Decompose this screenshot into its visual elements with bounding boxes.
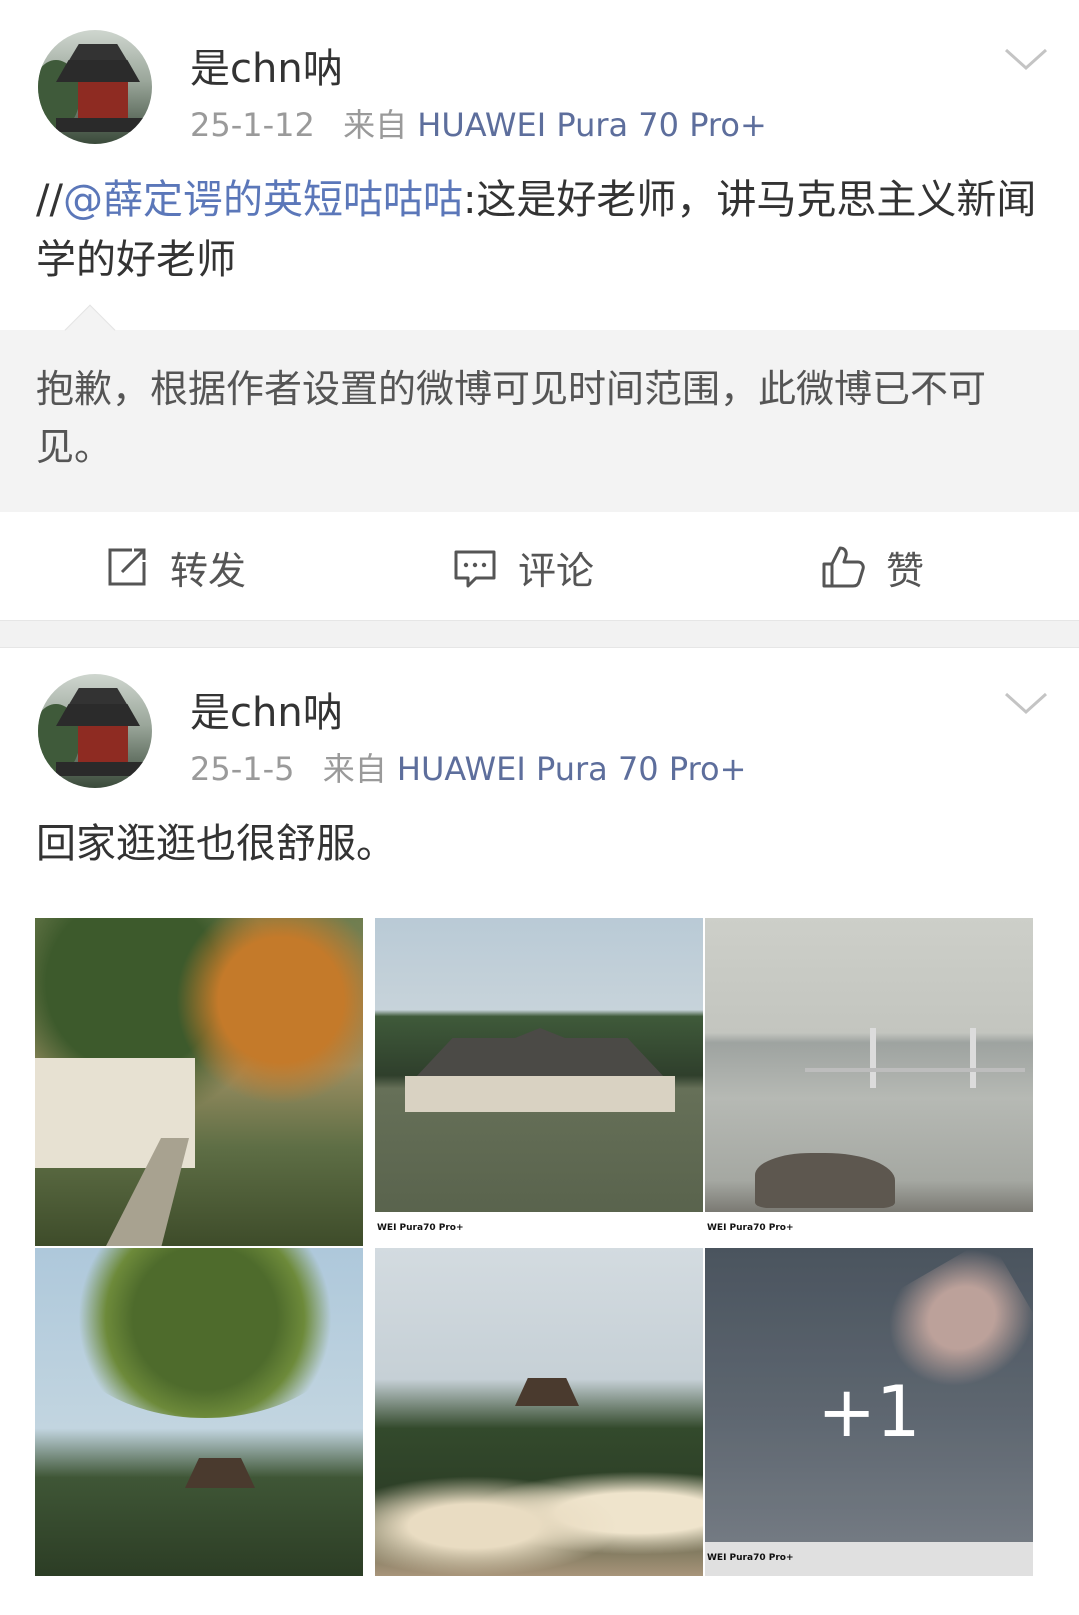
photo-grid: WEI Pura70 Pro+ WEI Pura70 Pro+ WEI Pura… xyxy=(35,918,1045,1588)
quoted-post[interactable]: 抱歉，根据作者设置的微博可见时间范围，此微博已不可见。 xyxy=(0,304,1079,512)
action-bar: 转发 评论 赞 xyxy=(0,512,1079,620)
like-label: 赞 xyxy=(886,548,925,593)
chevron-down-icon[interactable] xyxy=(1003,688,1049,718)
post-source[interactable]: HUAWEI Pura 70 Pro+ xyxy=(417,106,767,144)
post-meta: 25-1-5 来自 HUAWEI Pura 70 Pro+ xyxy=(190,744,746,790)
photo-caption: WEI Pura70 Pro+ xyxy=(375,1212,703,1246)
photo-lakeside-pavilion[interactable]: WEI Pura70 Pro+ xyxy=(375,918,703,1246)
quoted-notice: 抱歉，根据作者设置的微博可见时间范围，此微博已不可见。 xyxy=(36,367,987,469)
photo-hill-temple-tree[interactable] xyxy=(35,1248,363,1576)
feed-divider xyxy=(0,620,1079,648)
post-text: //@薛定谔的英短咕咕咕:这是好老师，讲马克思主义新闻学的好老师 xyxy=(36,170,1043,290)
from-label: 来自 xyxy=(343,106,408,144)
chevron-down-icon[interactable] xyxy=(1003,44,1049,74)
comment-button[interactable]: 评论 xyxy=(452,542,595,593)
repost-icon xyxy=(108,548,146,586)
more-photos-count: +1 xyxy=(705,1248,1033,1576)
photo-hill-temple-reeds[interactable] xyxy=(375,1248,703,1576)
weibo-post-2: 是chn呐 25-1-5 来自 HUAWEI Pura 70 Pro+ 回家逛逛… xyxy=(0,648,1079,1615)
repost-button[interactable]: 转发 xyxy=(104,542,247,593)
mention-link[interactable]: @薛定谔的英短咕咕咕 xyxy=(63,177,463,223)
from-label: 来自 xyxy=(322,750,387,788)
photo-caption: WEI Pura70 Pro+ xyxy=(705,1212,1033,1246)
post-text: 回家逛逛也很舒服。 xyxy=(36,821,396,867)
post-date: 25-1-5 xyxy=(190,750,295,788)
user-avatar[interactable] xyxy=(38,30,152,144)
thumbs-up-icon xyxy=(822,546,865,588)
username[interactable]: 是chn呐 xyxy=(190,680,343,738)
photo-river-bridge[interactable]: WEI Pura70 Pro+ xyxy=(705,918,1033,1246)
post-date: 25-1-12 xyxy=(190,106,315,144)
username[interactable]: 是chn呐 xyxy=(190,36,343,94)
post-source[interactable]: HUAWEI Pura 70 Pro+ xyxy=(397,750,747,788)
like-button[interactable]: 赞 xyxy=(820,542,925,593)
weibo-post-1: 是chn呐 25-1-12 来自 HUAWEI Pura 70 Pro+ //@… xyxy=(0,0,1079,620)
repost-label: 转发 xyxy=(170,548,247,593)
photo-garden-path[interactable] xyxy=(35,918,363,1246)
comment-label: 评论 xyxy=(518,548,595,593)
text-prefix: // xyxy=(36,177,63,223)
post-meta: 25-1-12 来自 HUAWEI Pura 70 Pro+ xyxy=(190,100,767,146)
comment-icon xyxy=(454,550,496,588)
user-avatar[interactable] xyxy=(38,674,152,788)
photo-sky-cloud[interactable]: WEI Pura70 Pro+ +1 xyxy=(705,1248,1033,1576)
